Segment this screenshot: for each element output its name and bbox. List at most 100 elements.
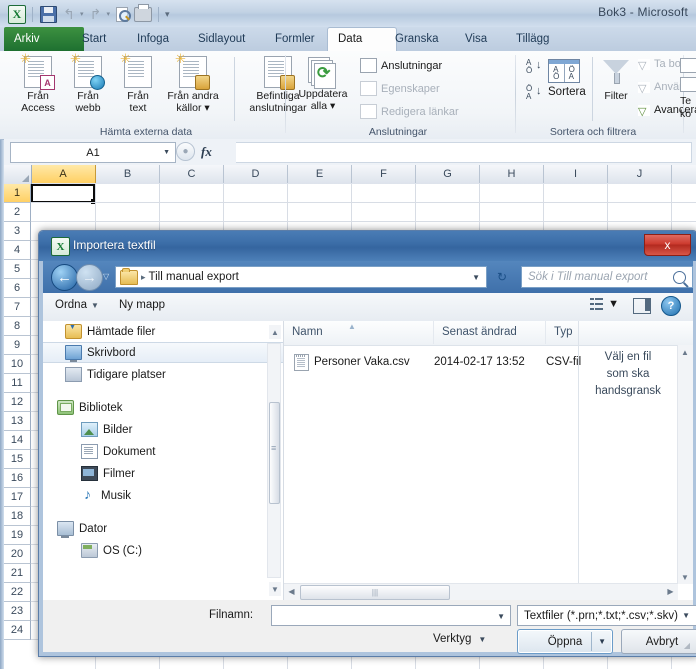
row-header-7[interactable]: 7	[4, 298, 31, 317]
help-icon[interactable]: ?	[661, 296, 681, 316]
address-dropdown-icon[interactable]: ▼	[472, 273, 480, 282]
row-header-22[interactable]: 22	[4, 583, 31, 602]
tab-granska[interactable]: Granska	[385, 27, 448, 51]
nav-item-recent-places[interactable]: Tidigare platser	[43, 364, 283, 385]
sort-za-button[interactable]: ÖA ↓	[524, 85, 544, 107]
nav-scroll-up-icon[interactable]: ▲	[269, 325, 281, 339]
formula-input[interactable]	[236, 142, 692, 163]
print-preview-icon[interactable]	[113, 5, 131, 23]
refresh-icon[interactable]: ↻	[493, 268, 511, 286]
column-header-I[interactable]: I	[544, 165, 608, 183]
navigation-pane[interactable]: Hämtade filer Skrivbord Tidigare platser…	[43, 321, 284, 600]
search-input[interactable]: Sök i Till manual export	[521, 266, 693, 288]
column-header-type[interactable]: Typ	[546, 321, 636, 344]
name-box-dropdown-icon[interactable]: ▼	[163, 149, 170, 156]
row-header-23[interactable]: 23	[4, 602, 31, 621]
column-header-name[interactable]: Namn	[284, 321, 434, 344]
column-header-B[interactable]: B	[96, 165, 160, 183]
column-header-F[interactable]: F	[352, 165, 416, 183]
horizontal-scrollbar-thumb[interactable]: |||	[300, 585, 450, 600]
back-icon[interactable]: ←	[51, 264, 78, 291]
recent-pages-icon[interactable]: ▽	[103, 272, 109, 281]
breadcrumb-current-folder[interactable]: Till manual export	[149, 271, 239, 283]
nav-item-music[interactable]: Musik	[43, 485, 283, 506]
nav-scrollbar[interactable]	[267, 343, 281, 578]
row-header-11[interactable]: 11	[4, 374, 31, 393]
filetype-select[interactable]: Textfiler (*.prn;*.txt;*.csv;*.skv) ▼	[517, 605, 696, 626]
data-tools-row-1[interactable]	[680, 58, 696, 73]
scroll-left-icon[interactable]: ◀	[284, 584, 299, 599]
tools-button[interactable]: Verktyg ▼	[433, 633, 486, 645]
excel-logo-icon[interactable]: X	[8, 4, 26, 24]
row-header-2[interactable]: 2	[4, 203, 31, 222]
file-list-horizontal-scrollbar[interactable]: ◀ ||| ▶	[284, 583, 678, 600]
row-header-16[interactable]: 16	[4, 469, 31, 488]
open-dropdown-icon[interactable]: ▼	[598, 637, 606, 646]
search-icon[interactable]	[673, 271, 686, 284]
column-header-H[interactable]: H	[480, 165, 544, 183]
filter-button[interactable]: Filter	[596, 54, 636, 102]
from-other-sources-button[interactable]: ✳ Från andra källor ▾	[156, 52, 230, 114]
customize-qat-icon[interactable]: ▾	[165, 9, 170, 20]
row-header-24[interactable]: 24	[4, 621, 31, 640]
nav-item-desktop[interactable]: Skrivbord	[43, 342, 283, 363]
row-header-20[interactable]: 20	[4, 545, 31, 564]
row-header-4[interactable]: 4	[4, 241, 31, 260]
row-header-6[interactable]: 6	[4, 279, 31, 298]
nav-item-libraries[interactable]: Bibliotek	[43, 397, 283, 418]
quick-print-icon[interactable]	[134, 3, 153, 23]
column-header-A[interactable]: A	[31, 165, 96, 183]
row-header-12[interactable]: 12	[4, 393, 31, 412]
change-view-button[interactable]: ▼	[590, 298, 619, 310]
filename-input[interactable]: ▼	[271, 605, 511, 626]
sort-az-button[interactable]: AÖ ↓	[524, 59, 544, 81]
row-header-9[interactable]: 9	[4, 336, 31, 355]
scroll-up-icon[interactable]: ▲	[678, 345, 692, 359]
tab-start[interactable]: Start	[72, 27, 116, 51]
open-button[interactable]: Öppna ▼	[517, 629, 613, 654]
tab-infoga[interactable]: Infoga	[127, 27, 179, 51]
column-header-C[interactable]: C	[160, 165, 224, 183]
connections-button[interactable]: Anslutningar	[360, 58, 442, 73]
column-header-E[interactable]: E	[288, 165, 352, 183]
file-list-pane[interactable]: Namn ▲ Senast ändrad Typ Personer Vaka.c…	[284, 321, 693, 600]
tab-tillagg[interactable]: Tillägg	[506, 27, 559, 51]
file-list-vertical-scrollbar[interactable]: ▲ ▼	[677, 345, 693, 584]
nav-item-pictures[interactable]: Bilder	[43, 419, 283, 440]
undo-dropdown-icon[interactable]: ▾	[80, 10, 84, 18]
nav-item-videos[interactable]: Filmer	[43, 463, 283, 484]
save-icon[interactable]	[39, 5, 57, 23]
select-all-corner[interactable]	[4, 165, 32, 185]
column-header-D[interactable]: D	[224, 165, 288, 183]
show-preview-pane-icon[interactable]	[633, 298, 651, 314]
tab-sidlayout[interactable]: Sidlayout	[188, 27, 255, 51]
row-header-5[interactable]: 5	[4, 260, 31, 279]
forward-icon[interactable]: →	[76, 264, 103, 291]
nav-item-computer[interactable]: Dator	[43, 518, 283, 539]
row-header-8[interactable]: 8	[4, 317, 31, 336]
address-bar[interactable]: ▸ Till manual export ▼	[115, 266, 487, 288]
tab-formler[interactable]: Formler	[265, 27, 325, 51]
column-header-modified[interactable]: Senast ändrad	[434, 321, 546, 344]
row-header-3[interactable]: 3	[4, 222, 31, 241]
redo-icon[interactable]: ↱	[87, 5, 105, 23]
sort-dialog-button[interactable]: AÖÖA	[548, 59, 580, 83]
refresh-all-button[interactable]: ⟳ Uppdatera alla ▾	[292, 54, 354, 112]
from-web-button[interactable]: ✳ Från webb	[60, 52, 116, 114]
filename-dropdown-icon[interactable]: ▼	[497, 612, 505, 621]
filetype-dropdown-icon[interactable]: ▼	[682, 611, 690, 620]
row-header-10[interactable]: 10	[4, 355, 31, 374]
scroll-down-icon[interactable]: ▼	[678, 570, 692, 584]
nav-item-downloads[interactable]: Hämtade filer	[43, 321, 283, 342]
insert-function-icon[interactable]: fx	[201, 144, 212, 160]
nav-item-os-drive[interactable]: OS (C:)	[43, 540, 283, 561]
close-icon[interactable]: x	[644, 234, 691, 256]
row-header-19[interactable]: 19	[4, 526, 31, 545]
name-box[interactable]: A1 ▼	[10, 142, 176, 163]
scroll-right-icon[interactable]: ▶	[663, 584, 678, 599]
expand-formula-bar-icon[interactable]: ●	[176, 142, 195, 161]
row-header-18[interactable]: 18	[4, 507, 31, 526]
resize-grip-icon[interactable]: ◢	[684, 641, 690, 650]
row-header-14[interactable]: 14	[4, 431, 31, 450]
redo-dropdown-icon[interactable]: ▾	[107, 10, 111, 18]
